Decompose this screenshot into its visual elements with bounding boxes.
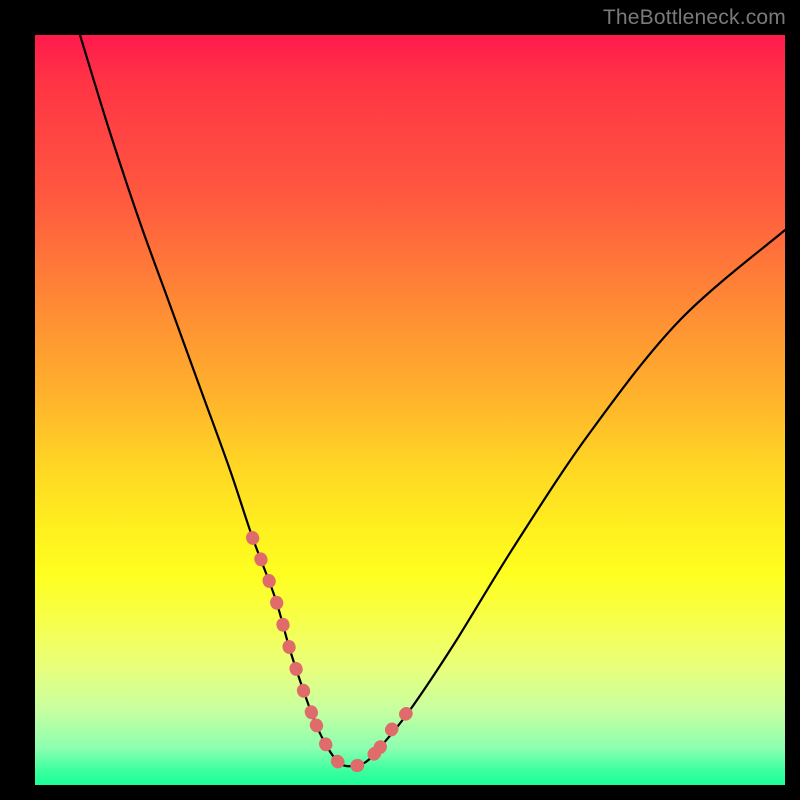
chart-plot-area: [35, 35, 785, 785]
highlight-left: [253, 538, 317, 726]
chart-frame: TheBottleneck.com: [0, 0, 800, 800]
highlight-right: [380, 710, 410, 748]
highlight-bottom: [316, 725, 380, 766]
watermark-text: TheBottleneck.com: [603, 6, 786, 30]
chart-svg: [35, 35, 785, 785]
bottleneck-curve: [80, 35, 785, 766]
